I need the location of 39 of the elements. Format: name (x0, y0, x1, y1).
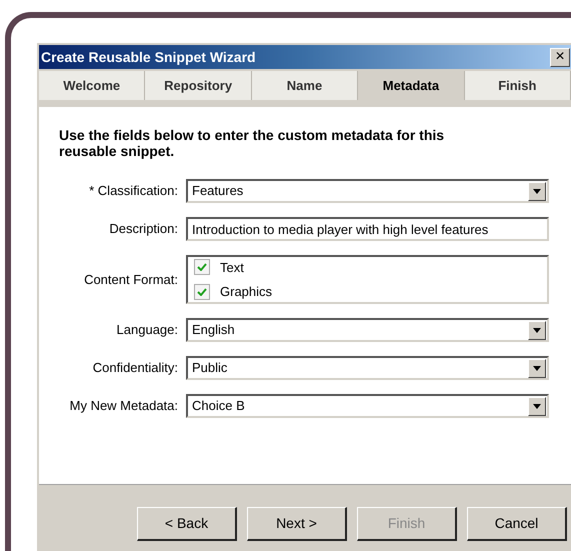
dropdown-button[interactable] (528, 396, 546, 416)
field-label: Language: (116, 321, 179, 340)
caret-down-icon (533, 188, 541, 194)
dropdown-field[interactable]: Choice B (186, 394, 549, 418)
instructions-text: Use the fields below to enter the custom metadata for this reusable snippet. (58, 126, 446, 161)
field-label: Confidentiality: (92, 359, 179, 378)
dropdown-value: Choice B (192, 397, 245, 416)
dropdown-value: English (192, 321, 235, 340)
description-input-field[interactable]: Introduction to media player with high level features (186, 217, 549, 241)
checkbox[interactable] (194, 284, 210, 300)
window-title: Create Reusable Snippet Wizard (41, 48, 256, 67)
wizard-tab[interactable]: Name (252, 71, 358, 100)
dropdown-value: Public (192, 359, 228, 378)
checkbox-label: Text (220, 258, 244, 276)
wizard-tab[interactable]: Repository (145, 71, 252, 100)
check-icon (197, 263, 207, 272)
dropdown-value: Features (192, 182, 244, 200)
dropdown-button[interactable] (528, 358, 546, 378)
dropdown-button[interactable] (528, 182, 546, 200)
wizard-button[interactable]: Cancel (467, 507, 567, 541)
caret-down-icon (533, 404, 541, 408)
field-label: My New Metadata: (68, 397, 179, 416)
dropdown-field[interactable]: Features (186, 179, 549, 203)
wizard-tab[interactable]: Welcome (39, 71, 146, 100)
dropdown-field[interactable]: English (186, 318, 549, 342)
field-label: * Classification: (88, 182, 179, 200)
wizard-tab[interactable]: Finish (464, 71, 571, 100)
dropdown-button[interactable] (528, 320, 546, 340)
check-icon (197, 288, 207, 296)
caret-down-icon (533, 328, 541, 332)
caret-down-icon (533, 366, 541, 370)
field-label: Description: (108, 220, 179, 238)
dropdown-field[interactable]: Public (186, 356, 549, 380)
checkbox-label: Graphics (220, 283, 272, 301)
close-button[interactable]: × (550, 48, 570, 66)
wizard-button[interactable]: < Back (137, 507, 237, 541)
checkbox[interactable] (194, 259, 210, 276)
field-label: Content Format: (83, 270, 179, 289)
wizard-button[interactable]: Next > (247, 507, 347, 541)
